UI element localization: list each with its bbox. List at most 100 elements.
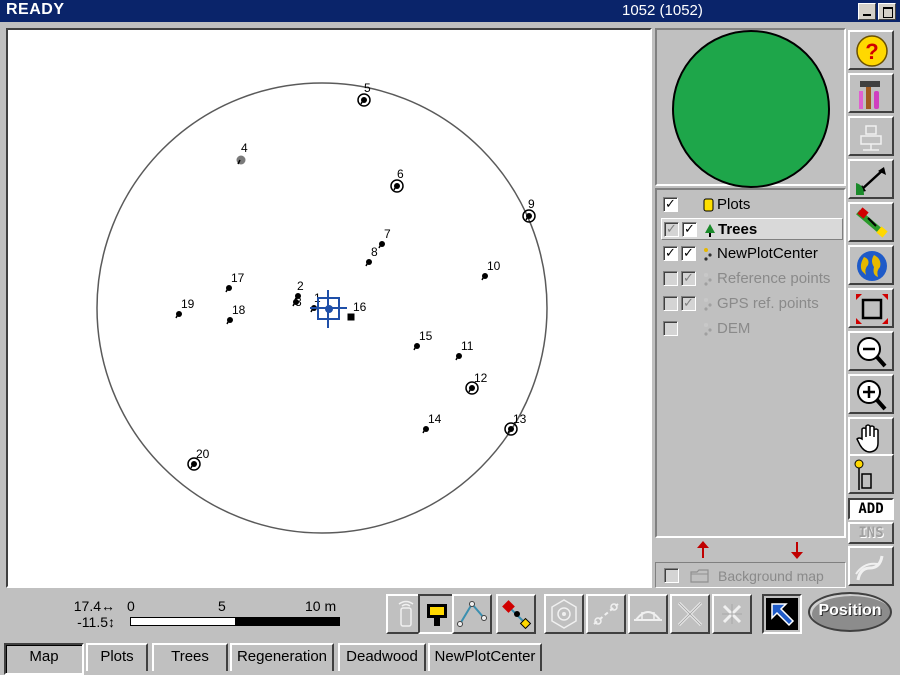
- pan-hand-button[interactable]: [848, 417, 894, 457]
- layer-edit-checkbox[interactable]: ✓: [681, 246, 696, 261]
- tree-label: 4: [241, 141, 248, 155]
- tree-marker[interactable]: 14: [422, 412, 442, 434]
- tools-icon: [859, 81, 880, 109]
- coord-x: 17.4: [73, 598, 101, 614]
- tab-map[interactable]: Map: [4, 643, 84, 675]
- maximize-button[interactable]: [878, 3, 896, 20]
- stand-icon: [860, 125, 882, 151]
- layer-row[interactable]: ✓ Reference points: [661, 268, 843, 290]
- layer-row[interactable]: DEM: [661, 318, 843, 340]
- background-map-checkbox[interactable]: [664, 568, 679, 583]
- position-button-label: Position: [818, 602, 882, 619]
- layer-label: Plots: [717, 196, 751, 213]
- chain-button[interactable]: [586, 594, 626, 634]
- tree-label: 6: [397, 167, 404, 181]
- tree-marker[interactable]: 10: [481, 259, 501, 281]
- background-map-row[interactable]: Background map: [655, 562, 846, 588]
- tree-label: 7: [384, 227, 391, 241]
- tree-marker[interactable]: 17: [225, 271, 245, 293]
- layer-visible-checkbox[interactable]: [663, 296, 678, 311]
- tree-label: 14: [428, 412, 442, 426]
- minimize-button[interactable]: [858, 3, 876, 20]
- layer-visible-checkbox[interactable]: ✓: [663, 197, 678, 212]
- tree-marker[interactable]: 19: [175, 297, 195, 319]
- tree-marker[interactable]: 20: [187, 447, 210, 471]
- tab-plots[interactable]: Plots: [86, 643, 148, 671]
- layer-row[interactable]: ✓ ✓ NewPlotCenter: [661, 243, 843, 265]
- tree-marker[interactable]: 12: [465, 371, 488, 395]
- cross-small-button[interactable]: [712, 594, 752, 634]
- tab-deadwood[interactable]: Deadwood: [338, 643, 426, 671]
- record-count: 1052 (1052): [622, 2, 703, 19]
- tree-label: 9: [528, 197, 535, 211]
- cross-small-icon: [722, 604, 742, 624]
- move-layer-up-icon[interactable]: [697, 541, 709, 558]
- tab-trees[interactable]: Trees: [152, 643, 228, 671]
- tree-marker[interactable]: 7: [378, 227, 391, 249]
- field-computer-icon: [427, 604, 447, 626]
- select-point-button[interactable]: [496, 594, 536, 634]
- cross-icon: [677, 601, 703, 627]
- overview-panel[interactable]: [655, 28, 846, 188]
- layer-row[interactable]: ✓ ✓ Trees: [661, 218, 843, 240]
- zoom-in-button[interactable]: [848, 374, 894, 414]
- layer-label: GPS ref. points: [717, 295, 819, 312]
- tree-marker[interactable]: 18: [226, 303, 246, 325]
- zoom-in-icon: [857, 380, 887, 411]
- tree-marker[interactable]: 16: [347, 300, 367, 321]
- help-button[interactable]: ?: [848, 30, 894, 70]
- route-button[interactable]: [848, 546, 894, 586]
- pin-button[interactable]: [848, 454, 894, 494]
- tab-regeneration[interactable]: Regeneration: [230, 643, 334, 671]
- map-canvas[interactable]: 1 2 3 4 5 6 7 8 9 10 11 12 13 14 15 16 17 18 19 20: [6, 28, 652, 588]
- bridge-button[interactable]: [628, 594, 668, 634]
- tree-marker[interactable]: 5: [357, 81, 371, 107]
- pointer-button[interactable]: [762, 594, 802, 634]
- layer-visible-checkbox[interactable]: ✓: [664, 222, 679, 237]
- layer-visible-checkbox[interactable]: [663, 271, 678, 286]
- map-svg[interactable]: 1234567891011121314151617181920: [8, 30, 650, 586]
- tree-marker[interactable]: 11: [455, 339, 474, 361]
- cross-button[interactable]: [670, 594, 710, 634]
- move-layer-down-icon[interactable]: [791, 542, 803, 559]
- zoom-out-button[interactable]: [848, 331, 894, 371]
- fit-extent-button[interactable]: [848, 288, 894, 328]
- layer-order-arrows: [655, 540, 846, 560]
- insert-mode-button[interactable]: INS: [848, 522, 894, 544]
- layer-list: ✓ Plots ✓ ✓ Trees ✓ ✓ NewPlotCenter ✓ Reference p…: [655, 188, 846, 538]
- target-button[interactable]: [544, 594, 584, 634]
- tree-label: 5: [364, 81, 371, 95]
- vertical-arrow-icon: ↕: [108, 614, 115, 630]
- tree-marker[interactable]: 6: [390, 167, 404, 193]
- background-map-label: Background map: [718, 568, 824, 584]
- layer-edit-checkbox[interactable]: ✓: [681, 296, 696, 311]
- layer-edit-checkbox[interactable]: ✓: [681, 271, 696, 286]
- tree-marker[interactable]: 3: [292, 295, 302, 309]
- add-mode-button[interactable]: ADD: [848, 498, 894, 520]
- chain-icon: [593, 603, 619, 625]
- tree-marker[interactable]: 13: [504, 412, 527, 436]
- measure-button[interactable]: [848, 159, 894, 199]
- folder-icon[interactable]: [690, 569, 710, 583]
- connect-points-button[interactable]: [452, 594, 492, 634]
- pin-icon: [854, 459, 872, 490]
- layer-visible-checkbox[interactable]: [663, 321, 678, 336]
- layer-edit-checkbox[interactable]: ✓: [682, 222, 697, 237]
- layer-label: NewPlotCenter: [717, 245, 818, 262]
- tree-marker[interactable]: 8: [365, 245, 378, 267]
- point-layer-icon: [704, 298, 712, 311]
- svg-text:?: ?: [865, 39, 878, 64]
- tree-label: 20: [196, 447, 210, 461]
- layer-row[interactable]: ✓ Plots: [661, 194, 843, 216]
- tree-marker[interactable]: 15: [413, 329, 433, 351]
- marker-button[interactable]: [848, 202, 894, 242]
- layer-visible-checkbox[interactable]: ✓: [663, 246, 678, 261]
- position-button[interactable]: Position: [808, 592, 892, 632]
- tree-layer-icon: [705, 224, 715, 237]
- tools-button[interactable]: [848, 73, 894, 113]
- globe-button[interactable]: [848, 245, 894, 285]
- layer-row[interactable]: ✓ GPS ref. points: [661, 293, 843, 315]
- tab-newplotcenter[interactable]: NewPlotCenter: [428, 643, 542, 671]
- stand-button[interactable]: [848, 116, 894, 156]
- tree-marker[interactable]: 4: [236, 141, 249, 165]
